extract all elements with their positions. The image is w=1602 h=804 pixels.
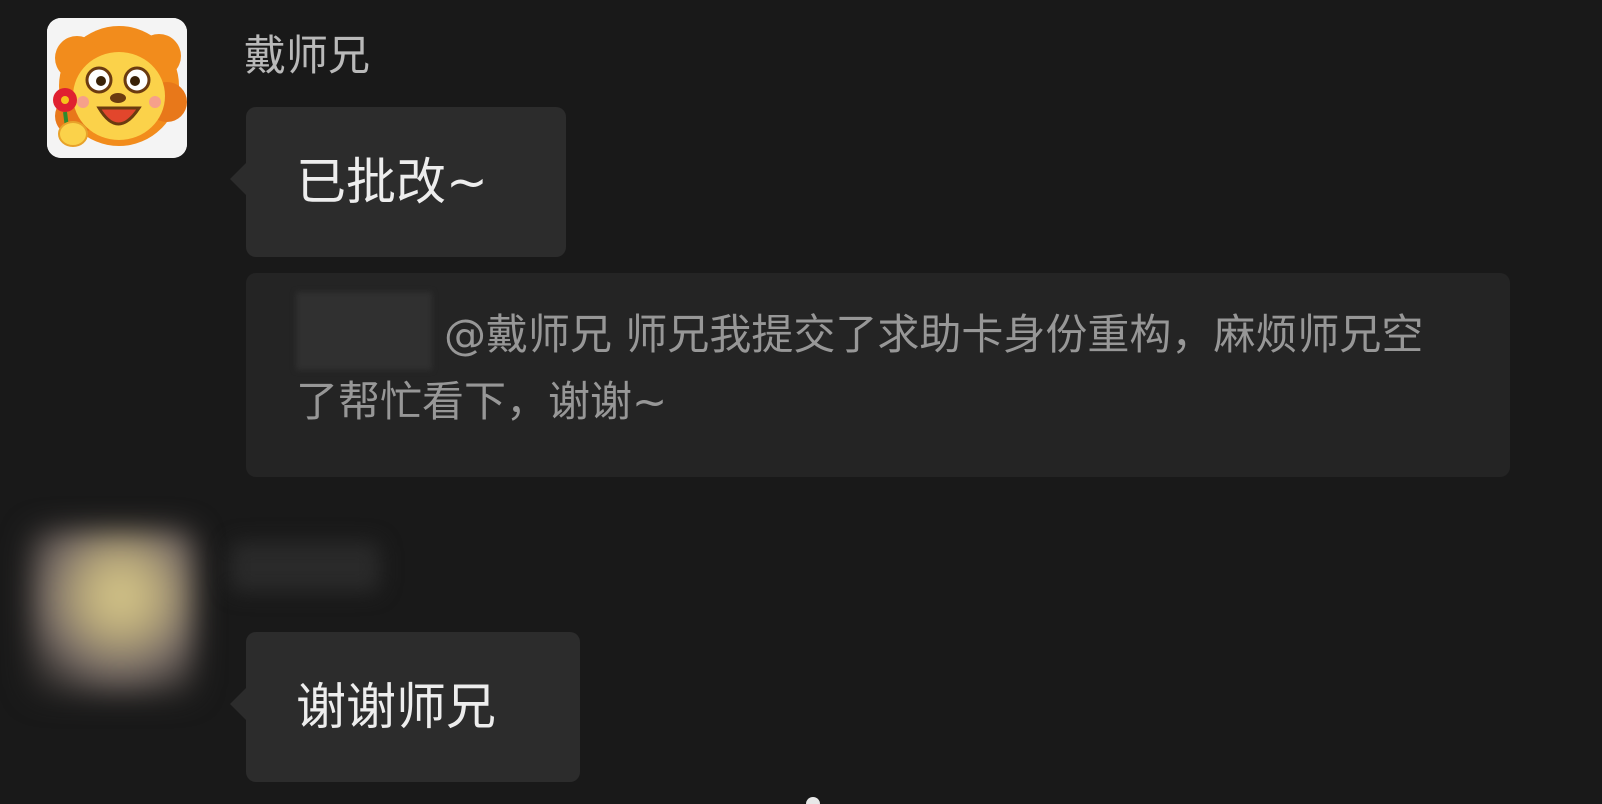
message-bubble[interactable]: 谢谢师兄 [230,632,580,782]
scroll-indicator [806,797,820,804]
quoted-message[interactable]: @戴师兄 师兄我提交了求助卡身份重构，麻烦师兄空了帮忙看下，谢谢~ [246,273,1510,477]
blurred-name [296,291,432,370]
blurred-avatar[interactable] [30,530,195,695]
blurred-sender-name [230,542,380,592]
quoted-message-text: @戴师兄 师兄我提交了求助卡身份重构，麻烦师兄空了帮忙看下，谢谢~ [296,310,1424,426]
lion-avatar-icon[interactable] [47,18,187,158]
sender-name: 戴师兄 [244,31,371,80]
chat-area: 戴师兄 已批改~ @戴师兄 师兄我提交了求助卡身份重构，麻烦师兄空了帮忙看下，谢… [0,0,1602,804]
message-bubble[interactable]: 已批改~ [230,107,566,257]
